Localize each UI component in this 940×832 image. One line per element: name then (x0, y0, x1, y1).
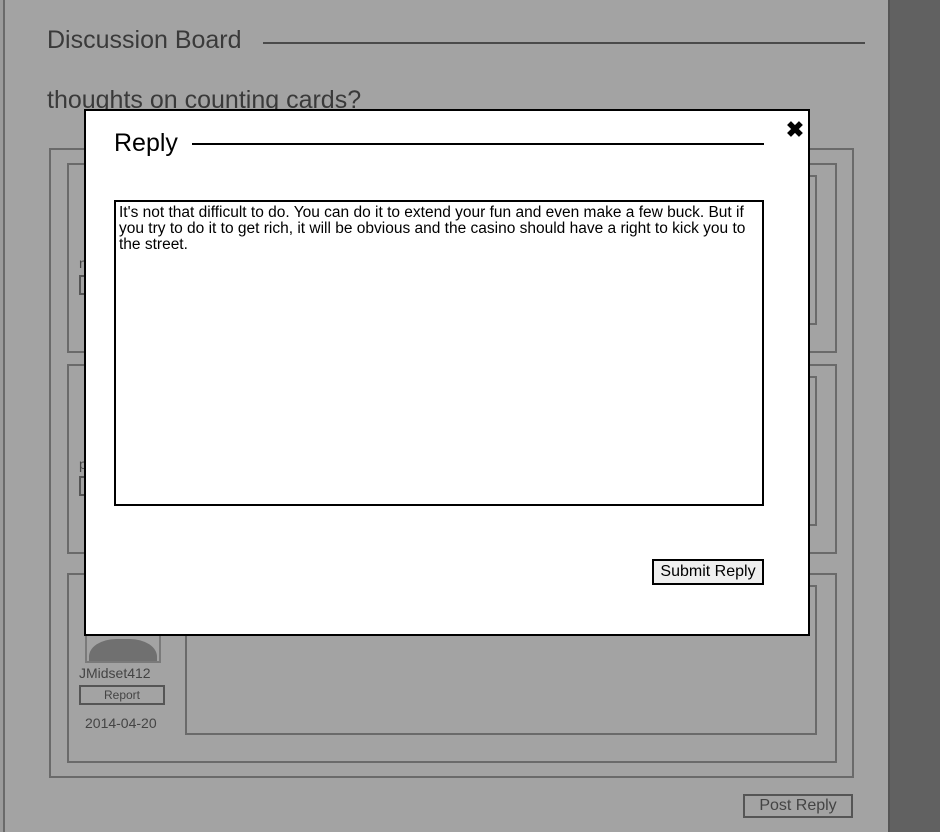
reply-textarea[interactable]: It's not that difficult to do. You can d… (114, 200, 764, 506)
title-divider (263, 42, 865, 44)
modal-title: Reply (114, 129, 178, 157)
submit-reply-button[interactable]: Submit Reply (652, 559, 764, 585)
side-scroll-region (888, 0, 940, 832)
report-button[interactable]: Report (79, 685, 165, 705)
post-reply-button[interactable]: Post Reply (743, 794, 853, 818)
reply-modal: Reply ✖ It's not that difficult to do. Y… (84, 109, 810, 636)
modal-title-divider (192, 143, 764, 145)
page-title: Discussion Board (47, 26, 242, 54)
post-date: 2014-04-20 (85, 715, 157, 731)
post-username: JMidset412 (79, 665, 151, 681)
close-icon[interactable]: ✖ (784, 119, 806, 141)
